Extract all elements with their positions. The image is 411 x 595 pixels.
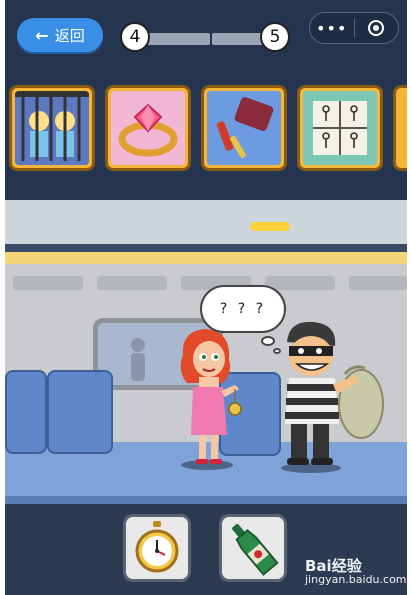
luggage-rack [265,276,335,290]
close-program-button[interactable] [354,20,398,36]
watermark-brand: Bai经验 [305,557,362,575]
level-strip [5,60,407,200]
luggage-rack [349,276,407,290]
level-progress-bar-left [146,33,210,45]
more-menu-icon[interactable]: ••• [310,19,354,38]
wall-top-stripe [5,252,407,264]
ring-level-image [111,91,185,165]
arrow-left-icon: ← [35,25,49,45]
diagram-level-image [303,91,377,165]
level-progress: 4 5 [120,22,298,58]
level-card-prison[interactable] [9,85,95,171]
train-seat [47,370,113,454]
target-circle-icon [368,20,385,36]
prison-icon [15,91,89,165]
inventory-slot-bottle[interactable] [219,514,287,582]
luggage-rack [97,276,167,290]
level-current-badge: 4 [120,22,150,52]
mini-program-capsule: ••• [309,12,399,44]
thought-dot [261,336,275,346]
luggage-rack [13,276,83,290]
prison-level-image [15,91,89,165]
ceiling-light [250,222,290,231]
floor-edge [5,496,407,504]
inventory-slot-watch[interactable] [123,514,191,582]
train-seat [5,370,47,454]
book-and-tools-icon [207,91,281,165]
level-card-diagram[interactable] [297,85,383,171]
watermark-url: jingyan.baidu.com [305,573,407,586]
back-label: 返回 [54,26,85,45]
level-next-badge: 5 [260,22,290,52]
top-bar: ← 返回 4 5 ••• [5,0,407,60]
pocket-watch-icon [135,521,179,573]
back-button[interactable]: ← 返回 [17,18,103,52]
scene-divider [5,244,407,252]
wine-bottle-icon [232,524,279,576]
stick-figure-diagram-icon [303,91,377,165]
train-ceiling [5,200,407,244]
objects-level-image [207,91,281,165]
level-card-partial[interactable] [393,85,407,171]
level-card-objects[interactable] [201,85,287,171]
level-card-ring[interactable] [105,85,191,171]
game-frame: ← 返回 4 5 ••• ? ? ? Bai经验 jingyan.baidu.c… [5,0,407,595]
diamond-ring-icon [111,91,185,165]
robber-character[interactable] [275,320,387,474]
girl-character[interactable] [173,325,243,471]
watermark: Bai经验 jingyan.baidu.com [305,557,407,587]
